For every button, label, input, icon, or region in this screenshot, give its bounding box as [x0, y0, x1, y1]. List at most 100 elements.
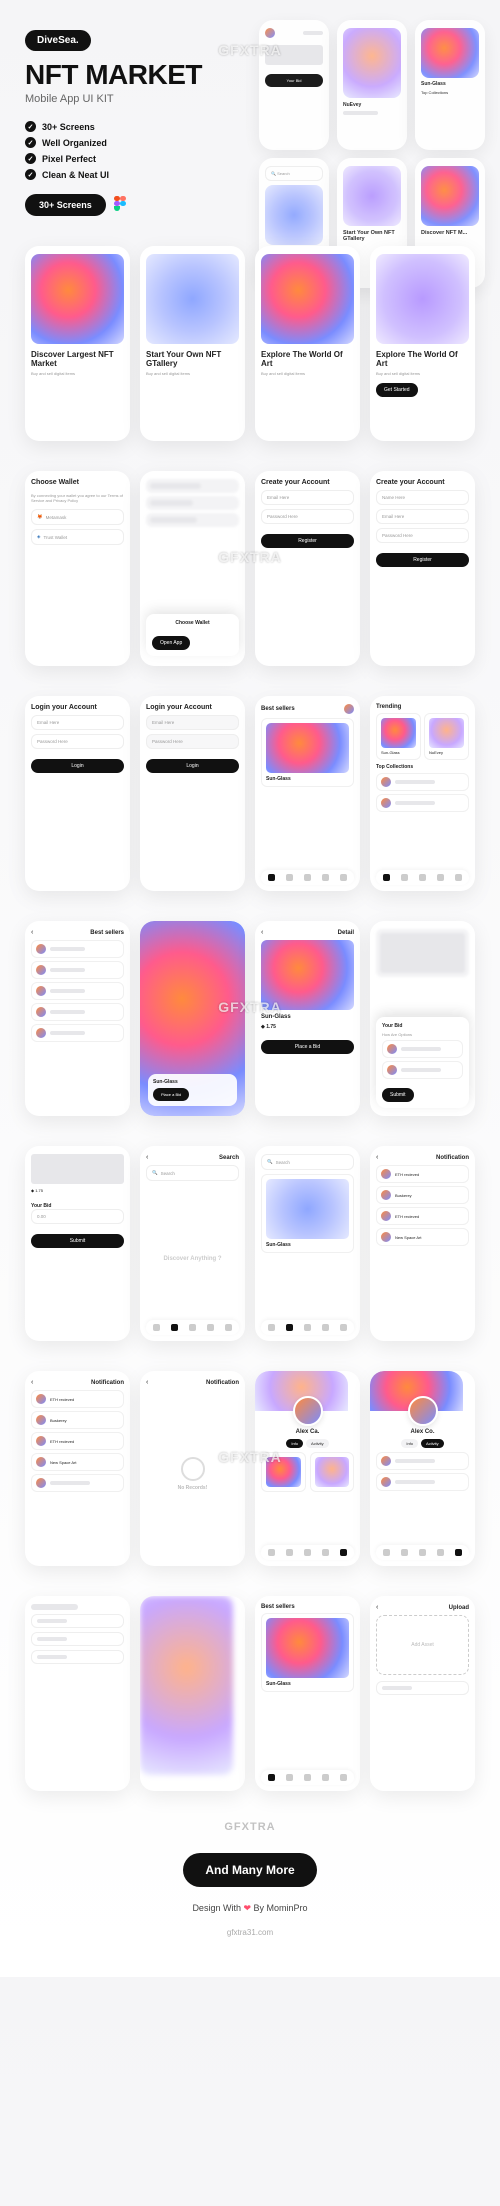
bid-input[interactable]: 0.00 — [31, 1209, 124, 1224]
tab-activity[interactable]: Activity — [306, 1439, 329, 1448]
notif-item[interactable]: New Space Art — [376, 1228, 469, 1246]
activity-item — [376, 1452, 469, 1470]
seller-item[interactable] — [31, 940, 124, 958]
bid-option[interactable] — [382, 1061, 463, 1079]
form-field[interactable] — [31, 1650, 124, 1664]
nav-bar[interactable] — [376, 1545, 469, 1560]
submit-button[interactable]: Submit — [31, 1234, 124, 1248]
login-button[interactable]: Login — [31, 759, 124, 773]
upload-dropzone[interactable]: Add Asset — [376, 1615, 469, 1675]
notif-item[interactable]: ETH recieved — [31, 1390, 124, 1408]
seller-item[interactable] — [31, 1003, 124, 1021]
bid-option[interactable] — [382, 1040, 463, 1058]
nav-bar[interactable] — [261, 870, 354, 885]
form-field[interactable] — [376, 1681, 469, 1695]
notif-item[interactable]: ETH recieved — [31, 1432, 124, 1450]
bid-entry-phone: ◆ 1.75 Your Bid 0.00 Submit — [25, 1146, 130, 1341]
email-field[interactable]: Email Here — [261, 490, 354, 505]
search-input[interactable]: 🔍 Search — [261, 1154, 354, 1170]
name-field[interactable]: Name Here — [376, 490, 469, 505]
back-icon[interactable]: ‹ — [146, 1379, 148, 1386]
detail-phone: ‹Detail Sun-Glass ◆ 1.75 Place a Bid — [255, 921, 360, 1116]
notif-item[interactable] — [31, 1474, 124, 1492]
login-button[interactable]: Login — [146, 759, 239, 773]
nav-bar[interactable] — [376, 870, 469, 885]
password-field[interactable]: Password Here — [376, 528, 469, 543]
notif-item[interactable]: Buskerey — [376, 1186, 469, 1204]
search-input[interactable]: 🔍 Search — [146, 1165, 239, 1181]
register-button[interactable]: Register — [261, 534, 354, 548]
tab-activity[interactable]: Activity — [421, 1439, 444, 1448]
source-link: gfxtra31.com — [25, 1928, 475, 1937]
brand-pill: DiveSea. — [25, 30, 91, 51]
password-field[interactable]: Password Here — [146, 734, 239, 749]
tab-info[interactable]: Info — [286, 1439, 303, 1448]
section-title: Best sellers — [261, 706, 295, 712]
notif-empty-phone: ‹Notification No Records! — [140, 1371, 245, 1566]
collection-item[interactable] — [376, 773, 469, 791]
back-icon[interactable]: ‹ — [31, 929, 33, 936]
collection-item[interactable] — [376, 794, 469, 812]
back-icon[interactable]: ‹ — [146, 1154, 148, 1161]
search-results-phone: 🔍 Search Sun-Glass — [255, 1146, 360, 1341]
password-field[interactable]: Password Here — [31, 734, 124, 749]
empty-text: No Records! — [178, 1485, 208, 1491]
profile-avatar — [293, 1396, 323, 1426]
tab-info[interactable]: Info — [401, 1439, 418, 1448]
trending-phone: Trending Sun-Glass NuEvey Top Collection… — [370, 696, 475, 891]
form-field[interactable] — [31, 1614, 124, 1628]
profile-name: Alex Ca. — [261, 1429, 354, 1435]
login-title: Login your Account — [31, 704, 124, 711]
nft-name: Sun-Glass — [266, 776, 349, 782]
onboarding-row: Discover Largest NFT Market Buy and sell… — [25, 246, 475, 441]
wallet-modal-phone: Choose Wallet Open App — [140, 471, 245, 666]
heart-icon: ❤ — [243, 1903, 251, 1913]
nav-bar[interactable] — [261, 1545, 354, 1560]
check-icon: ✓ — [25, 169, 36, 180]
empty-state: Discover Anything ? — [146, 1185, 239, 1333]
notif-item[interactable]: New Space Art — [31, 1453, 124, 1471]
sellers-phone-2: Best sellers Sun-Glass — [255, 1596, 360, 1791]
password-field[interactable]: Password Here — [261, 509, 354, 524]
create-phone-2: Create your Account Name Here Email Here… — [370, 471, 475, 666]
back-icon[interactable]: ‹ — [376, 1604, 378, 1611]
open-app-button[interactable]: Open App — [152, 636, 190, 650]
bid-title: Your Bid — [382, 1023, 463, 1029]
email-field[interactable]: Email Here — [31, 715, 124, 730]
modal-title: Choose Wallet — [152, 620, 233, 626]
submit-button[interactable]: Submit — [382, 1088, 414, 1102]
back-icon[interactable]: ‹ — [31, 1379, 33, 1386]
check-icon: ✓ — [25, 121, 36, 132]
onboard-title: Explore The World Of Art — [261, 350, 354, 368]
form-field[interactable] — [31, 1632, 124, 1646]
upload-phone: ‹Upload Add Asset — [370, 1596, 475, 1791]
auth-row-2: Login your Account Email Here Password H… — [25, 696, 475, 891]
nft-name: Sun-Glass — [266, 1681, 349, 1687]
wallet-option[interactable]: 🦊Metamask — [31, 509, 124, 525]
seller-item[interactable] — [31, 961, 124, 979]
login-phone: Login your Account Email Here Password H… — [25, 696, 130, 891]
section-title: Best sellers — [261, 1604, 354, 1610]
more-button[interactable]: And Many More — [183, 1853, 316, 1887]
place-bid-button[interactable]: Place a Bid — [153, 1088, 189, 1101]
notif-item[interactable]: ETH recieved — [376, 1207, 469, 1225]
profile-avatar — [408, 1396, 438, 1426]
register-button[interactable]: Register — [376, 553, 469, 567]
seller-item[interactable] — [31, 1024, 124, 1042]
onboard-phone: Explore The World Of Art Buy and sell di… — [255, 246, 360, 441]
wallet-option[interactable]: ◈Trust Wallet — [31, 529, 124, 545]
email-field[interactable]: Email Here — [146, 715, 239, 730]
back-icon[interactable]: ‹ — [261, 929, 263, 936]
notif-item[interactable]: Buskerey — [31, 1411, 124, 1429]
nav-bar[interactable] — [261, 1320, 354, 1335]
seller-item[interactable] — [31, 982, 124, 1000]
place-bid-button[interactable]: Place a Bid — [261, 1040, 354, 1054]
notif-item[interactable]: ETH recieved — [376, 1165, 469, 1183]
search-title: Search — [219, 1155, 239, 1161]
get-started-button[interactable]: Get Started — [376, 383, 418, 397]
nav-bar[interactable] — [146, 1320, 239, 1335]
back-icon[interactable]: ‹ — [376, 1154, 378, 1161]
onboard-phone: Start Your Own NFT GTallery Buy and sell… — [140, 246, 245, 441]
nav-bar[interactable] — [261, 1770, 354, 1785]
email-field[interactable]: Email Here — [376, 509, 469, 524]
